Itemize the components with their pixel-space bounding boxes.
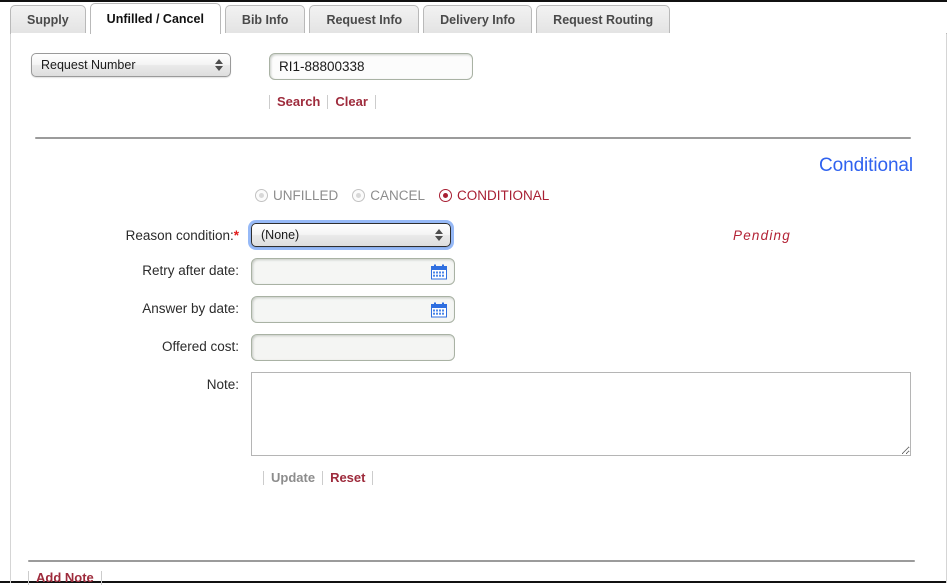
note-textarea[interactable]	[251, 372, 911, 456]
link-divider	[28, 570, 29, 585]
form-action-links: Update Reset	[263, 470, 946, 485]
form-row-retry-after-date: Retry after date:	[11, 258, 946, 285]
tab-label: Unfilled / Cancel	[106, 12, 204, 26]
required-asterisk-icon: *	[233, 228, 239, 243]
application-window: Supply Unfilled / Cancel Bib Info Reques…	[0, 0, 947, 585]
tab-supply[interactable]: Supply	[10, 5, 86, 34]
radio-conditional[interactable]: CONDITIONAL	[439, 188, 549, 203]
reason-condition-select[interactable]: (None)	[248, 220, 454, 250]
disposition-radio-group: UNFILLED CANCEL CONDITIONAL	[255, 188, 549, 203]
search-field-select[interactable]: Request Number	[31, 53, 231, 77]
tab-panel-unfilled-cancel: Request Number Search Clear Conditional	[11, 33, 946, 585]
note-control	[251, 372, 911, 459]
radio-dial-icon	[439, 189, 453, 202]
tab-label: Bib Info	[241, 13, 289, 27]
form-row-offered-cost: Offered cost:	[11, 334, 946, 361]
radio-label: CANCEL	[370, 188, 426, 203]
status-badge: Pending	[733, 228, 791, 243]
answer-by-date-label: Answer by date:	[142, 301, 239, 316]
tab-bar: Supply Unfilled / Cancel Bib Info Reques…	[10, 2, 947, 34]
search-bar: Request Number Search Clear	[31, 53, 473, 109]
calendar-icon[interactable]	[431, 302, 447, 318]
search-input-group: Search Clear	[269, 53, 473, 109]
note-label: Note:	[206, 377, 239, 392]
updown-caret-icon	[214, 57, 223, 73]
link-divider	[263, 470, 264, 485]
tab-request-routing[interactable]: Request Routing	[536, 5, 671, 34]
tab-label: Request Info	[326, 13, 403, 27]
updown-caret-icon	[434, 227, 443, 243]
reset-button[interactable]: Reset	[330, 470, 365, 485]
answer-by-date-control	[251, 296, 455, 323]
radio-dial-icon	[255, 189, 268, 202]
radio-cancel[interactable]: CANCEL	[352, 188, 425, 203]
section-divider-bottom	[28, 560, 915, 562]
calendar-icon[interactable]	[431, 264, 447, 280]
reason-condition-label-text: Reason condition:	[125, 228, 234, 243]
form-row-reason-condition: Reason condition:* (None) Pending	[11, 220, 946, 250]
search-field-select-value: Request Number	[41, 58, 136, 72]
link-divider	[327, 94, 329, 109]
retry-after-date-label: Retry after date:	[142, 263, 239, 278]
link-divider	[322, 470, 324, 485]
answer-by-date-field[interactable]	[251, 296, 455, 323]
search-action-links: Search Clear	[269, 94, 473, 109]
tab-label: Request Routing	[553, 13, 654, 27]
retry-after-date-control	[251, 258, 455, 285]
link-divider	[100, 570, 102, 585]
radio-label: CONDITIONAL	[457, 188, 550, 203]
radio-dial-icon	[352, 189, 366, 202]
tab-bib-info[interactable]: Bib Info	[224, 5, 306, 34]
offered-cost-input[interactable]	[251, 334, 455, 361]
section-divider-top	[35, 137, 911, 139]
radio-unfilled[interactable]: UNFILLED	[255, 188, 338, 203]
update-button[interactable]: Update	[271, 470, 315, 485]
link-divider	[372, 470, 374, 485]
search-button[interactable]: Search	[277, 94, 320, 109]
offered-cost-control	[251, 334, 455, 361]
tab-label: Delivery Info	[440, 13, 516, 27]
link-divider	[374, 94, 376, 109]
panel-heading: Conditional	[819, 155, 913, 176]
form-row-answer-by-date: Answer by date:	[11, 296, 946, 323]
offered-cost-label: Offered cost:	[161, 339, 239, 354]
reason-condition-label: Reason condition:*	[11, 223, 251, 243]
form-row-note: Note:	[11, 372, 946, 459]
tab-request-info[interactable]: Request Info	[309, 5, 420, 34]
retry-after-date-field[interactable]	[251, 258, 455, 285]
conditional-form: Reason condition:* (None) Pending Retry …	[11, 220, 946, 485]
search-input[interactable]	[269, 53, 473, 80]
reason-condition-control: (None) Pending	[248, 220, 790, 250]
link-divider	[269, 94, 270, 109]
reason-condition-select-value: (None)	[261, 228, 300, 242]
tab-unfilled-cancel[interactable]: Unfilled / Cancel	[89, 3, 221, 34]
tab-delivery-info[interactable]: Delivery Info	[423, 5, 533, 34]
clear-button[interactable]: Clear	[335, 94, 368, 109]
tab-label: Supply	[27, 13, 69, 27]
radio-label: UNFILLED	[273, 188, 339, 203]
